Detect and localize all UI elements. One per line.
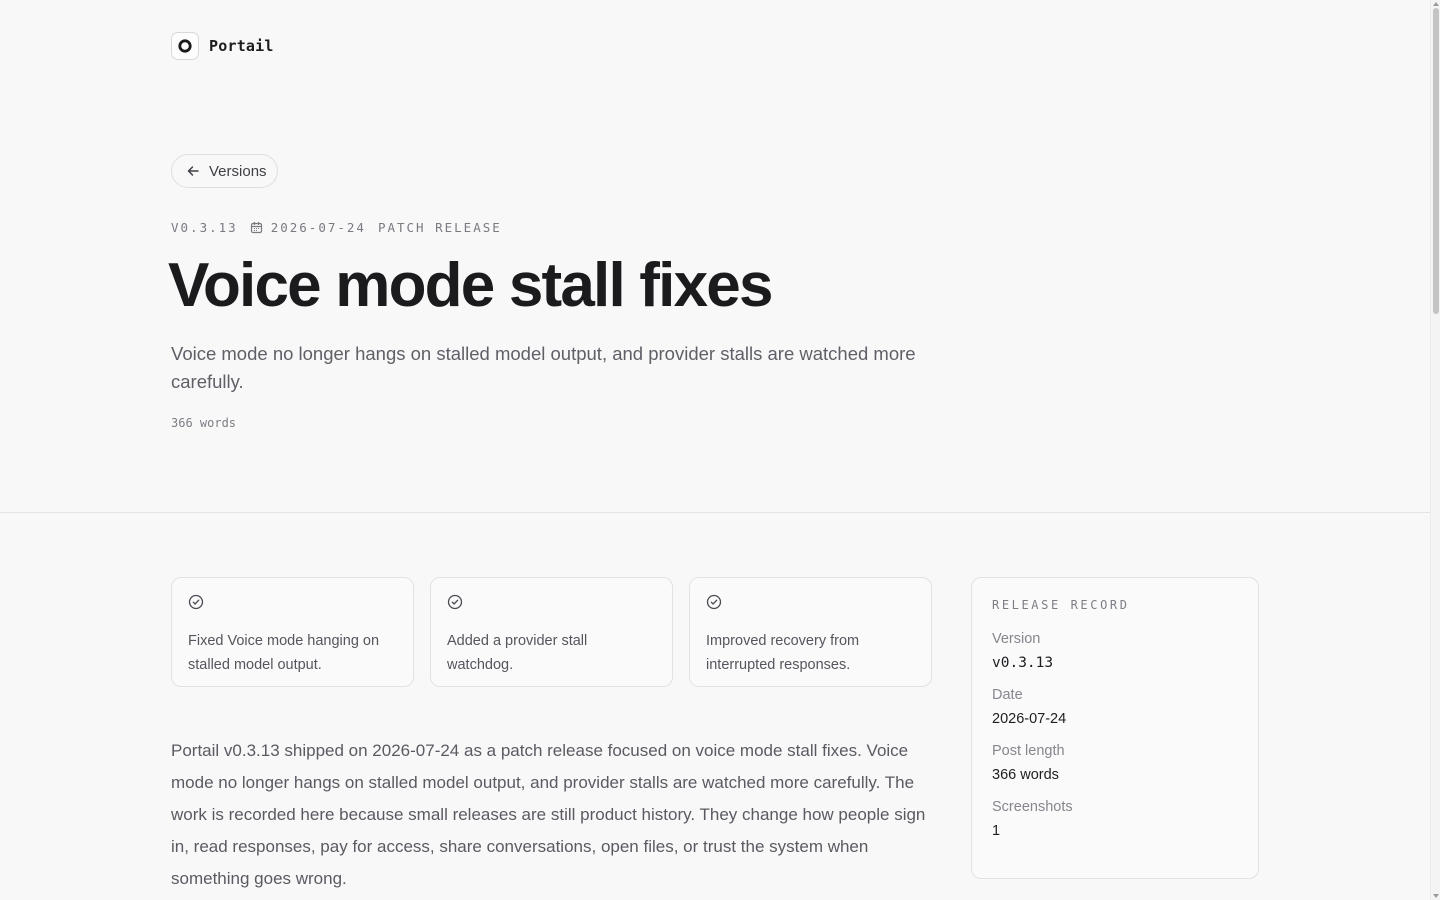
meta-version: V0.3.13 xyxy=(171,220,238,235)
release-record-panel: RELEASE RECORD Version v0.3.13 Date 2026… xyxy=(971,577,1259,879)
page-scrollbar[interactable] xyxy=(1430,0,1440,900)
record-row-screenshots: Screenshots 1 xyxy=(992,798,1238,840)
section-divider xyxy=(0,512,1430,513)
record-row-post-length: Post length 366 words xyxy=(992,742,1238,784)
record-value: 2026-07-24 xyxy=(992,711,1067,727)
word-count: 366 words xyxy=(171,416,237,430)
scroll-down-arrow-icon[interactable] xyxy=(1433,894,1439,898)
page-title: Voice mode stall fixes xyxy=(168,251,773,320)
record-label: Date xyxy=(992,687,1023,703)
check-circle-icon xyxy=(188,594,397,615)
page-subtitle: Voice mode no longer hangs on stalled mo… xyxy=(171,343,916,392)
record-row-date: Date 2026-07-24 xyxy=(992,686,1238,728)
release-record-title: RELEASE RECORD xyxy=(992,598,1130,612)
record-row-version: Version v0.3.13 xyxy=(992,630,1238,672)
release-body-paragraph: Portail v0.3.13 shipped on 2026-07-24 as… xyxy=(171,741,926,888)
record-value: 1 xyxy=(992,823,1001,839)
scroll-up-arrow-icon[interactable] xyxy=(1433,2,1439,6)
brand-name[interactable]: Portail xyxy=(209,37,274,55)
check-circle-icon xyxy=(706,594,915,615)
arrow-left-icon xyxy=(186,164,200,178)
highlight-text: Fixed Voice mode hanging on stalled mode… xyxy=(188,633,380,673)
highlight-card: Improved recovery from interrupted respo… xyxy=(689,577,932,687)
record-label: Version xyxy=(992,631,1041,647)
record-label: Screenshots xyxy=(992,799,1073,815)
meta-date: 2026-07-24 xyxy=(270,220,366,235)
record-value: v0.3.13 xyxy=(992,655,1054,671)
scrollbar-thumb[interactable] xyxy=(1433,8,1439,314)
app-header: Portail xyxy=(171,32,274,60)
check-circle-icon xyxy=(447,594,656,615)
highlight-text: Improved recovery from interrupted respo… xyxy=(706,633,860,673)
highlight-cards: Fixed Voice mode hanging on stalled mode… xyxy=(171,577,932,687)
portail-logo-icon[interactable] xyxy=(171,32,199,60)
record-value: 366 words xyxy=(992,767,1059,783)
meta-release-type: PATCH RELEASE xyxy=(377,220,502,235)
record-label: Post length xyxy=(992,743,1065,759)
calendar-icon xyxy=(250,221,263,234)
highlight-card: Fixed Voice mode hanging on stalled mode… xyxy=(171,577,414,687)
back-to-versions-button[interactable]: Versions xyxy=(171,154,278,188)
highlight-text: Added a provider stall watchdog. xyxy=(447,633,588,673)
highlight-card: Added a provider stall watchdog. xyxy=(430,577,673,687)
release-meta: V0.3.13 2026-07-24 PATCH RELEASE xyxy=(171,220,502,235)
back-button-label: Versions xyxy=(209,162,267,180)
